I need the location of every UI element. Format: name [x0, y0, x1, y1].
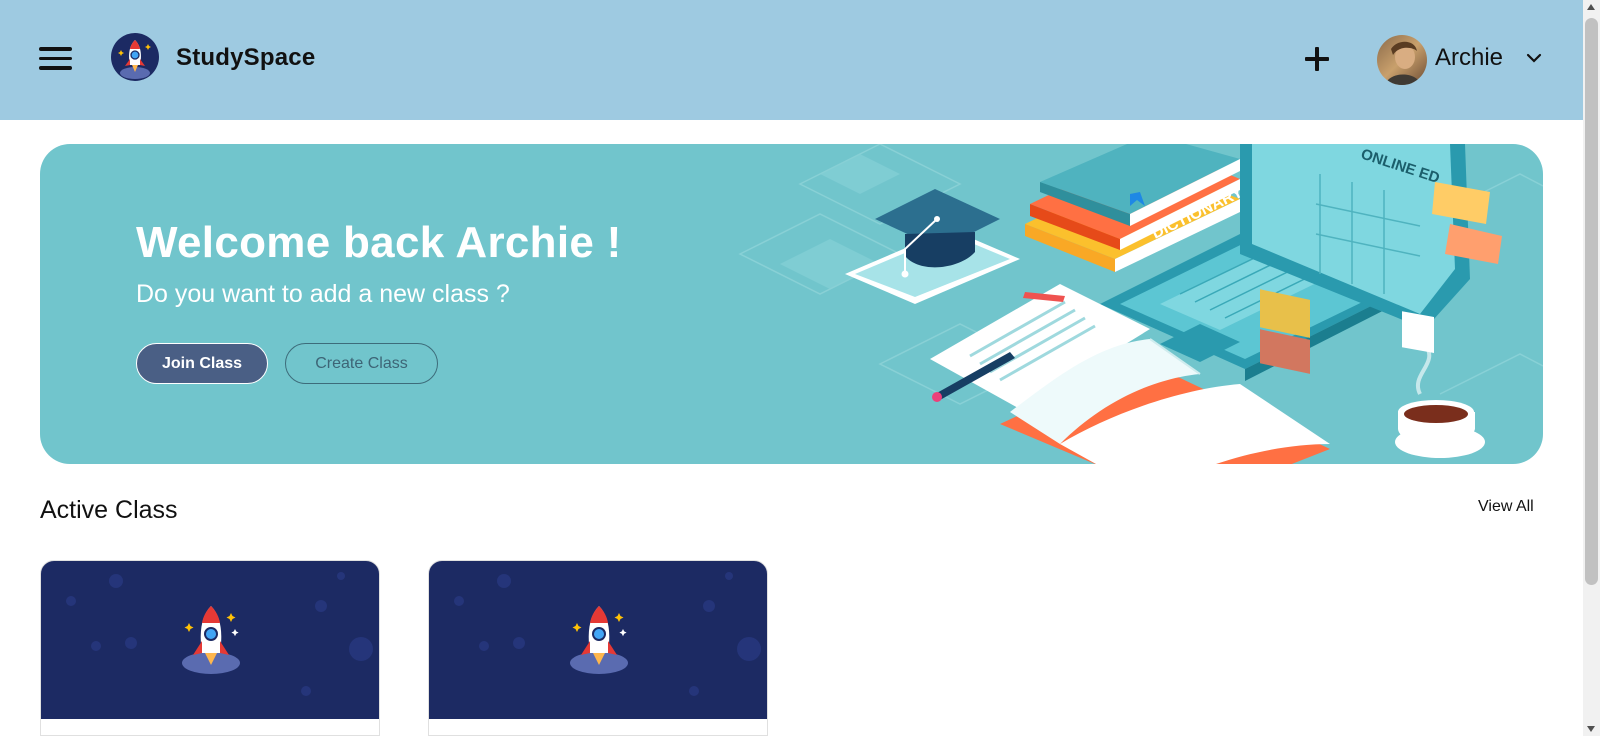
view-all-link[interactable]: View All — [1478, 498, 1534, 516]
user-name[interactable]: Archie — [1435, 44, 1503, 72]
welcome-banner: Welcome back Archie ! Do you want to add… — [40, 144, 1543, 464]
class-card[interactable] — [40, 560, 380, 736]
plus-icon[interactable] — [1301, 43, 1333, 75]
rocket-logo-icon[interactable] — [111, 33, 159, 81]
chevron-down-icon[interactable] — [1526, 52, 1542, 64]
active-class-heading: Active Class — [40, 496, 178, 524]
rocket-icon — [66, 572, 373, 696]
scroll-up-arrow-icon[interactable] — [1587, 4, 1595, 10]
avatar[interactable] — [1377, 35, 1427, 85]
welcome-heading: Welcome back Archie ! — [136, 218, 622, 267]
welcome-subtitle: Do you want to add a new class ? — [136, 280, 510, 308]
rocket-icon — [454, 572, 761, 696]
page-scrollbar[interactable] — [1583, 0, 1600, 736]
top-navigation-bar: StudySpace Archie — [0, 0, 1583, 120]
scroll-thumb[interactable] — [1585, 18, 1598, 585]
class-card[interactable] — [428, 560, 768, 736]
join-class-button[interactable]: Join Class — [136, 343, 268, 384]
create-class-button[interactable]: Create Class — [285, 343, 438, 384]
brand-name[interactable]: StudySpace — [176, 44, 315, 72]
education-illustration: DICTIONARY ONLINE ED — [738, 144, 1543, 464]
scroll-down-arrow-icon[interactable] — [1587, 726, 1595, 732]
hamburger-menu-icon[interactable] — [39, 47, 72, 71]
